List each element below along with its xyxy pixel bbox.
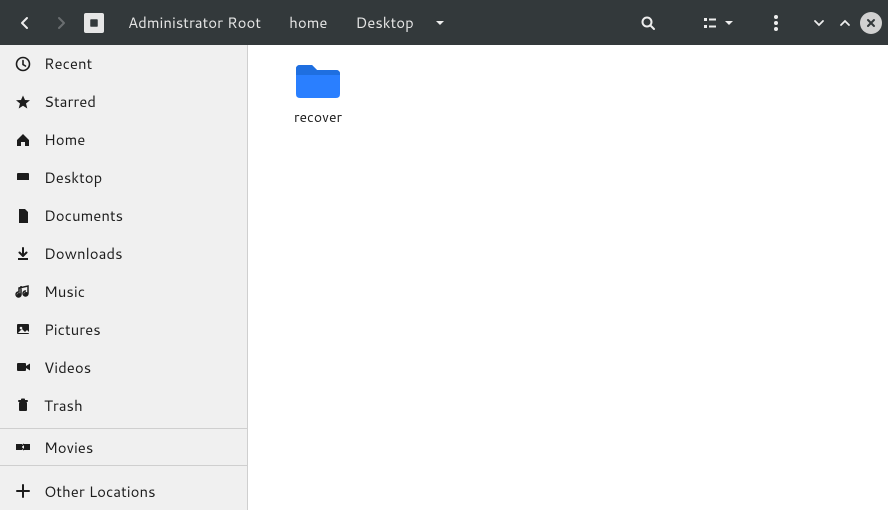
trash-icon (14, 396, 32, 414)
folder-icon (294, 61, 342, 101)
clock-icon (14, 55, 32, 73)
sidebar-item-label: Trash (44, 395, 83, 416)
close-button[interactable] (860, 12, 882, 34)
sidebar-item-label: Recent (44, 53, 92, 74)
path-dropdown[interactable] (428, 11, 452, 35)
videos-icon (14, 358, 32, 376)
drive-icon (14, 438, 32, 456)
star-icon (14, 93, 32, 111)
window-controls (808, 12, 882, 34)
sidebar-item-downloads[interactable]: Downloads (0, 235, 247, 273)
chevron-down-icon (724, 18, 734, 28)
path-root[interactable]: Administrator Root (114, 0, 275, 45)
sidebar-item-label: Music (44, 281, 85, 302)
sidebar-item-label: Desktop (44, 167, 102, 188)
sidebar-item-movies[interactable]: Movies (0, 428, 247, 466)
sidebar-item-label: Other Locations (44, 481, 156, 502)
sidebar-item-desktop[interactable]: Desktop (0, 159, 247, 197)
admin-root-icon[interactable] (84, 13, 104, 33)
pathbar: Administrator Root home Desktop (84, 0, 452, 45)
sidebar-item-starred[interactable]: Starred (0, 83, 247, 121)
download-icon (14, 245, 32, 263)
sidebar: Recent Starred Home Desktop Documents (0, 45, 248, 510)
minimize-button[interactable] (808, 12, 830, 34)
plus-icon (14, 482, 32, 500)
sidebar-item-other-locations[interactable]: Other Locations (0, 472, 247, 510)
pictures-icon (14, 320, 32, 338)
forward-button[interactable] (48, 10, 74, 36)
path-segment-desktop[interactable]: Desktop (341, 0, 427, 45)
sidebar-item-pictures[interactable]: Pictures (0, 310, 247, 348)
sidebar-item-label: Home (44, 129, 85, 150)
headerbar: Administrator Root home Desktop (0, 0, 888, 45)
maximize-button[interactable] (834, 12, 856, 34)
list-view-icon (702, 15, 718, 31)
sidebar-item-documents[interactable]: Documents (0, 197, 247, 235)
music-icon (14, 282, 32, 300)
sidebar-item-label: Starred (44, 91, 96, 112)
sidebar-item-music[interactable]: Music (0, 273, 247, 311)
documents-icon (14, 207, 32, 225)
sidebar-item-label: Documents (44, 205, 123, 226)
sidebar-item-home[interactable]: Home (0, 121, 247, 159)
sidebar-item-label: Movies (44, 437, 93, 458)
sidebar-item-videos[interactable]: Videos (0, 348, 247, 386)
desktop-icon (14, 169, 32, 187)
folder-label: recover (294, 107, 342, 127)
content-area[interactable]: recover (248, 45, 888, 510)
back-button[interactable] (12, 10, 38, 36)
folder-item[interactable]: recover (268, 61, 368, 127)
sidebar-item-label: Downloads (44, 243, 123, 264)
sidebar-item-label: Pictures (44, 319, 101, 340)
home-icon (14, 131, 32, 149)
sidebar-item-recent[interactable]: Recent (0, 45, 247, 83)
menu-button[interactable] (762, 9, 790, 37)
sidebar-item-trash[interactable]: Trash (0, 386, 247, 424)
view-switcher[interactable] (702, 15, 734, 31)
main-area: Recent Starred Home Desktop Documents (0, 45, 888, 510)
search-button[interactable] (634, 9, 662, 37)
sidebar-item-label: Videos (44, 357, 91, 378)
path-segment-home[interactable]: home (275, 0, 341, 45)
